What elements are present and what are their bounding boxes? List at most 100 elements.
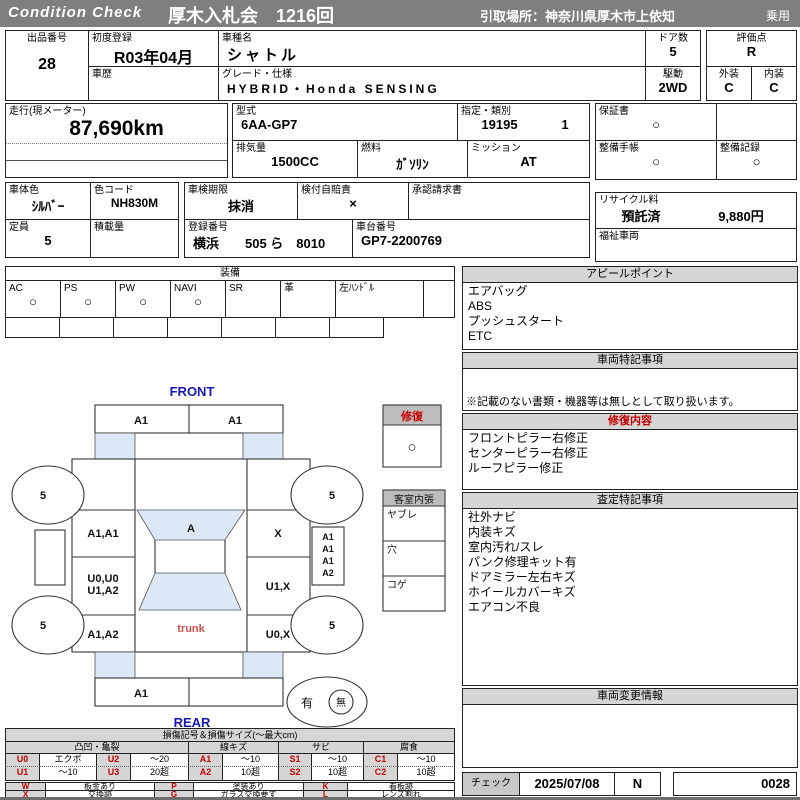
cabin-interior-box: 客室内張 ヤブレ 穴 コゲ (382, 489, 446, 612)
model-code-box: 型式 6AA-GP7 (232, 103, 458, 141)
right-sill-box: A1 A1 A1 A2 (311, 526, 345, 586)
load-capacity-label: 積載量 (94, 222, 124, 233)
body-color-value: ｼﾙﾊﾞｰ (31, 199, 65, 214)
legend-code: A1 (188, 753, 223, 767)
equipment-empty-cell (113, 317, 168, 338)
left-quarter-mark: A1,A2 (87, 629, 118, 641)
legend-desc: 〜10 (397, 753, 455, 767)
legend-desc: 10超 (311, 766, 364, 781)
lot-number-label: 出品番号 (27, 33, 67, 44)
equipment-empty-cell (275, 317, 330, 338)
damage-diagram: FRONT A1 A1 5 5 5 5 A1,A1 A X U0,U0 U1,A… (11, 384, 446, 730)
equipment-extra-label (424, 281, 454, 283)
repair-details-title: 修復内容 (463, 414, 797, 430)
appeal-title: アピールポイント (463, 267, 797, 283)
legend-desc: 20超 (130, 766, 189, 781)
grade-box: グレード・仕様 HYBRID・Honda SENSING (218, 66, 646, 101)
left-rear-door-mark-1: U0,U0 (87, 573, 118, 585)
appeal-panel: アピールポイント エアバッグ ABS プッシュスタート ETC (462, 266, 798, 350)
front-label: FRONT (170, 384, 215, 399)
change-info-panel: 車両変更情報 (462, 688, 798, 768)
equipment-navi-label: NAVI (174, 283, 197, 294)
assessment-line: 社外ナビ (468, 510, 517, 524)
rear-right-corner (242, 651, 284, 679)
body-color-label: 車体色 (9, 185, 39, 196)
recycle-fee-value: 9,880円 (718, 209, 764, 224)
model-code-label: 型式 (236, 106, 256, 117)
equipment-empty-cell (5, 317, 60, 338)
rear-left-corner (94, 651, 136, 679)
inspection-label: 車検期限 (188, 185, 228, 196)
front-right-corner (242, 432, 284, 460)
tire-size-rl: 5 (40, 620, 46, 632)
legend-code: X (5, 790, 46, 797)
right-sill-mark-4: A2 (322, 568, 334, 578)
vehicle-notes-panel: 車両特記事項 ※記載のない書類・機器等は無しとして取り扱います。 (462, 352, 798, 411)
first-registration-label: 初度登録 (92, 33, 132, 44)
legend-desc: レンズ割れ (347, 790, 455, 797)
equipment-ps-label: PS (64, 283, 78, 294)
presence-mark: 有 無 (286, 676, 368, 728)
drive-box: 駆動 2WD (645, 66, 701, 101)
equipment-sr-label: SR (229, 283, 243, 294)
color-code-value: NH830M (110, 196, 159, 210)
legend-desc: エクボ (39, 753, 97, 767)
assessment-line: パンク修理キット有 (468, 555, 577, 569)
legend-code: A2 (188, 766, 223, 781)
vehicle-notes-note: ※記載のない書類・機器等は無しとして取り扱います。 (466, 396, 740, 408)
exterior-grade-label: 外装 (719, 69, 739, 80)
wheel-front-left (11, 465, 85, 525)
assessment-line: ホイールカバーキズ (468, 585, 576, 599)
change-info-title: 車両変更情報 (463, 689, 797, 705)
legend-code: L (303, 790, 348, 797)
legend-code: U2 (96, 753, 131, 767)
right-sill-mark-3: A1 (322, 556, 334, 566)
mileage-box: 走行(現メーター) 87,690km (5, 103, 228, 178)
wheel-rear-right (290, 595, 364, 655)
presence-has-label: 有 (301, 696, 313, 710)
equipment-cell-ps: PS ○ (60, 280, 116, 318)
check-label: チェック (462, 772, 520, 796)
maintenance-book-value: ○ (652, 154, 660, 169)
type-class-label: 指定・類別 (461, 106, 511, 117)
equipment-cell-ac: AC ○ (5, 280, 61, 318)
legend-desc: ガラス交換要す (193, 790, 304, 797)
maintenance-record-value: ○ (752, 154, 761, 169)
plate-box: 登録番号 横浜 505 ら 8010 (184, 219, 353, 258)
left-rear-door-mark-2: U1,A2 (87, 585, 118, 597)
recycle-status-value: 預託済 (621, 209, 661, 224)
front-bumper-left-mark: A1 (134, 415, 148, 427)
cabin-row-tear: ヤブレ (387, 508, 417, 521)
legend-code: G (154, 790, 194, 797)
equipment-empty-cell (59, 317, 114, 338)
score-value: R (746, 44, 757, 59)
right-front-door-mark: X (274, 528, 282, 540)
vin-box: 車台番号 GP7-2200769 (352, 219, 590, 258)
brand-title: Condition Check (8, 4, 143, 21)
appeal-line: ETC (468, 329, 492, 343)
history-label: 車歴 (92, 69, 112, 80)
equipment-ps-value: ○ (84, 294, 92, 309)
equipment-empty-cell (329, 317, 384, 338)
repair-mark-title: 修復 (400, 409, 424, 423)
insurance-box: 検付自賠責 × (297, 182, 409, 220)
fuel-value: ｶﾞｿﾘﾝ (396, 157, 429, 172)
equipment-ac-value: ○ (29, 294, 37, 309)
lot-number-box: 出品番号 28 (5, 30, 89, 101)
front-left-corner (94, 432, 136, 460)
interior-grade-label: 内装 (764, 69, 784, 80)
warranty-box: 保証書 ○ (595, 103, 717, 141)
grade-value: HYBRID・Honda SENSING (227, 82, 440, 96)
equipment-title: 装備 (5, 266, 455, 281)
equipment-cell-leather: 革 (280, 280, 336, 318)
equipment-cell-sr: SR (225, 280, 281, 318)
front-bumper-right-mark: A1 (228, 415, 242, 427)
welfare-label: 福祉車両 (599, 231, 639, 242)
legend-desc: 〜10 (311, 753, 364, 767)
cabin-row-burn: コゲ (387, 579, 407, 591)
legend-code: S1 (278, 753, 312, 767)
legend-desc: 交換跡 (45, 790, 155, 797)
assessment-notes-title: 査定特記事項 (463, 493, 797, 509)
history-box: 車歴 (88, 66, 219, 101)
transmission-value: AT (520, 154, 537, 169)
